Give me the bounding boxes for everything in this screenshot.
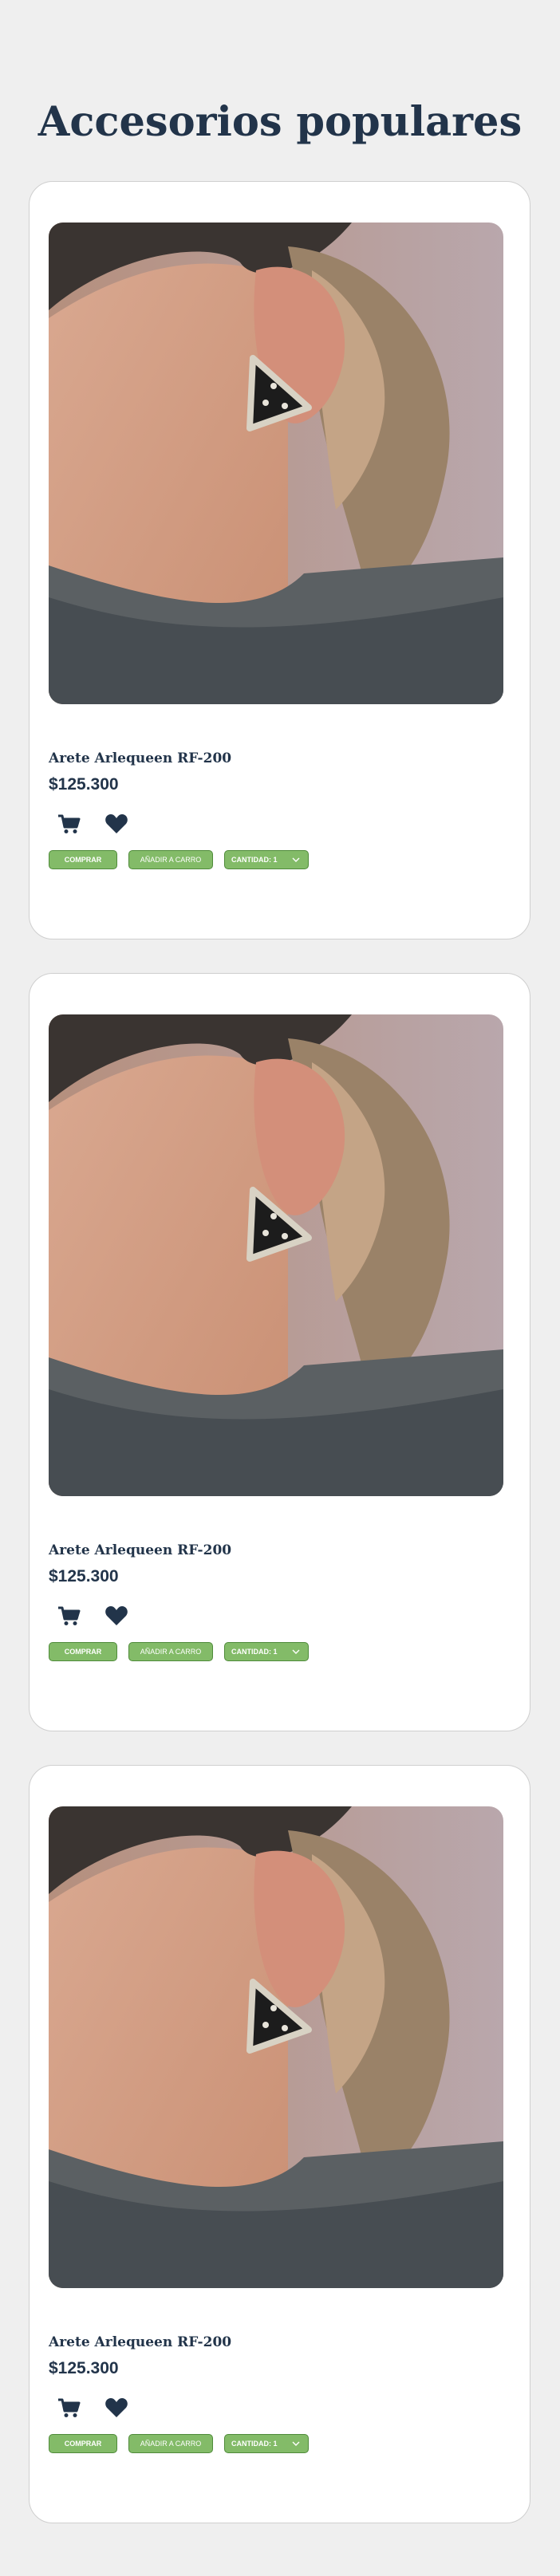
heart-icon[interactable]: [105, 812, 128, 836]
buy-button[interactable]: COMPRAR: [49, 2434, 117, 2453]
heart-icon[interactable]: [105, 1604, 128, 1628]
quantity-select[interactable]: CANTIDAD: 1: [224, 2434, 309, 2453]
product-card: Arete Arlequeen RF-200 $125.300 COMPRAR …: [29, 973, 530, 1731]
product-card: Arete Arlequeen RF-200 $125.300 COMPRAR …: [29, 181, 530, 939]
quantity-select[interactable]: CANTIDAD: 1: [224, 1642, 309, 1661]
shopping-cart-icon[interactable]: [57, 812, 81, 836]
quantity-label: CANTIDAD: 1: [231, 856, 278, 864]
quantity-select[interactable]: CANTIDAD: 1: [224, 850, 309, 869]
quantity-label: CANTIDAD: 1: [231, 2440, 278, 2448]
product-price: $125.300: [49, 775, 119, 794]
shopping-cart-icon[interactable]: [57, 2396, 81, 2420]
buy-button[interactable]: COMPRAR: [49, 1642, 117, 1661]
product-image[interactable]: [49, 223, 503, 704]
buy-button[interactable]: COMPRAR: [49, 850, 117, 869]
section-title: Accesorios populares: [37, 98, 523, 146]
product-image[interactable]: [49, 1806, 503, 2288]
shopping-cart-icon[interactable]: [57, 1604, 81, 1628]
product-name[interactable]: Arete Arlequeen RF-200: [49, 750, 231, 766]
chevron-down-icon: [292, 2441, 300, 2446]
heart-icon[interactable]: [105, 2396, 128, 2420]
add-to-cart-button[interactable]: AÑADIR A CARRO: [128, 2434, 213, 2453]
product-price: $125.300: [49, 1567, 119, 1585]
product-price: $125.300: [49, 2359, 119, 2377]
chevron-down-icon: [292, 857, 300, 862]
add-to-cart-button[interactable]: AÑADIR A CARRO: [128, 850, 213, 869]
product-name[interactable]: Arete Arlequeen RF-200: [49, 2334, 231, 2350]
chevron-down-icon: [292, 1649, 300, 1654]
product-card: Arete Arlequeen RF-200 $125.300 COMPRAR …: [29, 1765, 530, 2523]
popular-accessories-section: Accesorios populares Arete Arlequeen RF-…: [0, 0, 560, 2576]
quantity-label: CANTIDAD: 1: [231, 1648, 278, 1656]
add-to-cart-button[interactable]: AÑADIR A CARRO: [128, 1642, 213, 1661]
product-name[interactable]: Arete Arlequeen RF-200: [49, 1542, 231, 1558]
product-image[interactable]: [49, 1014, 503, 1496]
